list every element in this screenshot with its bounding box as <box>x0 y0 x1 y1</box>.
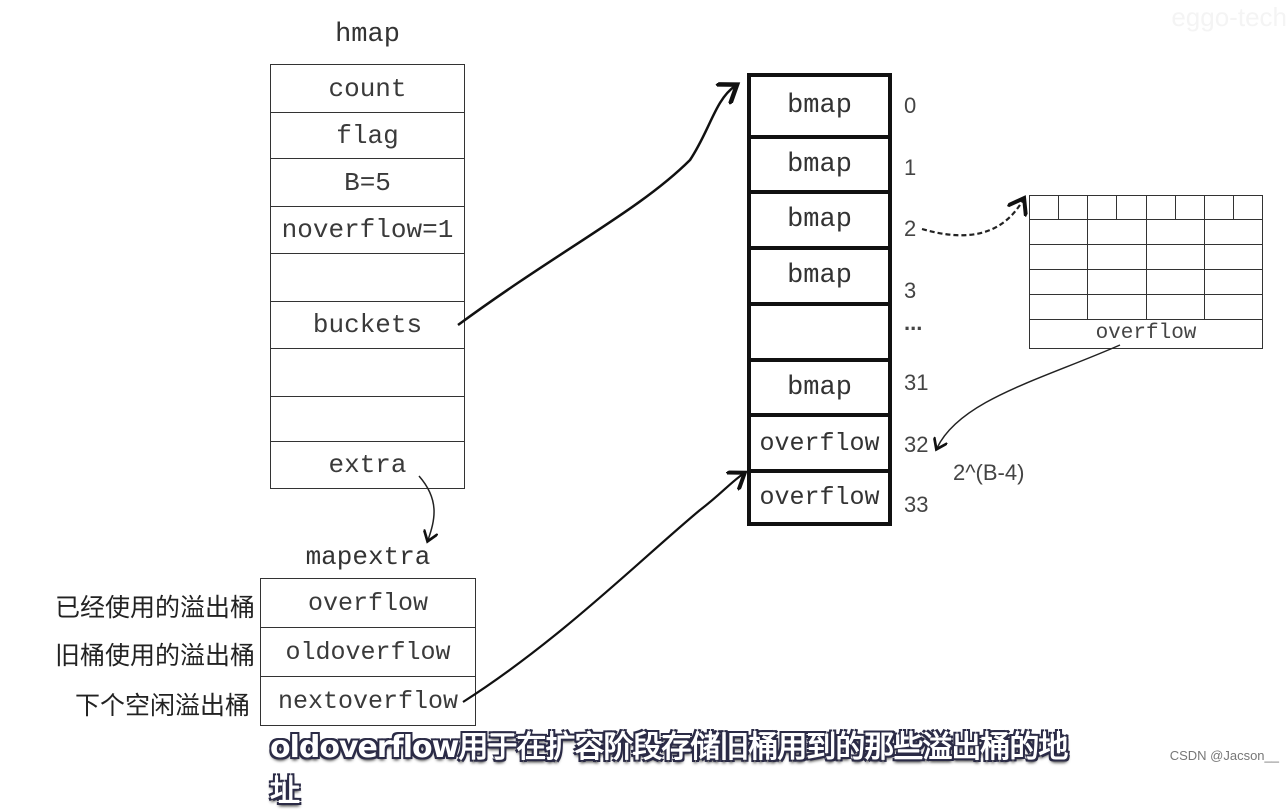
video-subtitle: oldoverflow用于在扩容阶段存储旧桶用到的那些溢出桶的地址 <box>270 730 1068 809</box>
arrow-extra-to-mapextra <box>418 475 434 540</box>
credit-watermark: CSDN @Jacson__ <box>1169 748 1279 763</box>
arrow-buckets-to-array <box>457 86 735 327</box>
arrow-nextoverflow-to-bucket-33 <box>462 474 743 703</box>
arrow-overflow-to-bucket-32 <box>937 344 1121 448</box>
arrow-bucket-2-to-bmap-detail <box>921 200 1023 237</box>
arrows-layer <box>418 0 1121 703</box>
